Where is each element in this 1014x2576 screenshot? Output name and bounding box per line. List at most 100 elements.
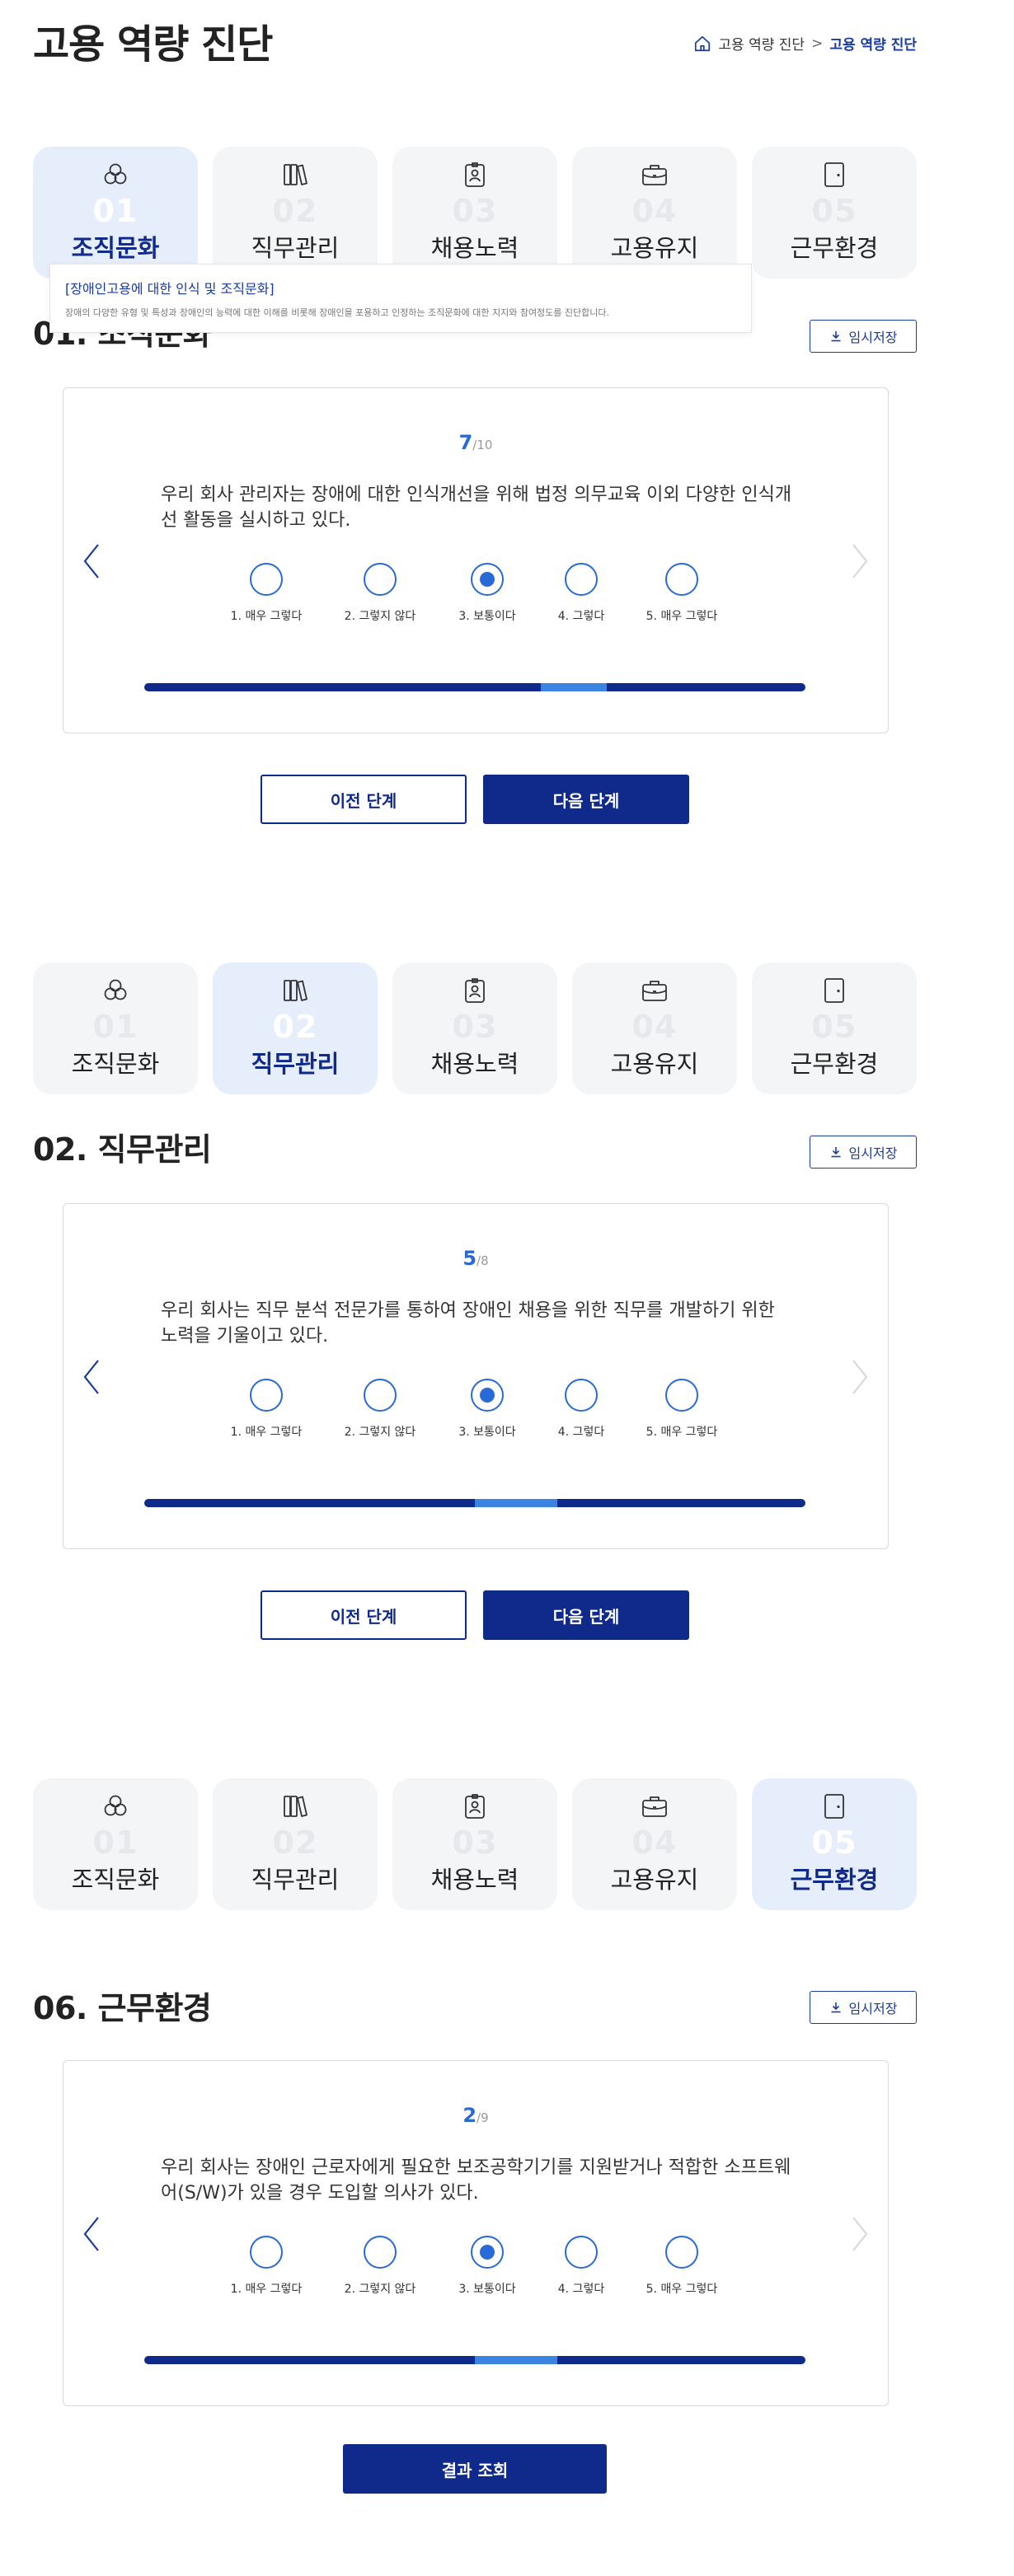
temp-save-label: 임시저장 [848,330,898,345]
counter-total: /10 [472,438,493,452]
chevron-right-icon[interactable] [850,2214,870,2254]
breadcrumb-current: 고용 역량 진단 [829,37,917,54]
tab-05[interactable]: 05 근무환경 [752,147,917,279]
answer-option-4[interactable]: 4. 그렇다 [523,2236,639,2297]
radio-button[interactable] [565,563,598,596]
radio-button[interactable] [471,563,504,596]
chevron-right-icon[interactable] [850,1357,870,1397]
radio-button[interactable] [665,1379,698,1412]
briefcase-icon [640,976,669,1005]
tab-02[interactable]: 02 직무관리 [213,962,378,1094]
answer-option-2[interactable]: 2. 그렇지 않다 [322,2236,438,2297]
download-icon [829,330,843,343]
home-icon[interactable] [693,35,711,53]
answer-option-5[interactable]: 5. 매우 그렇다 [624,563,739,624]
prev-step-button[interactable]: 이전 단계 [261,775,467,824]
tab-03[interactable]: 03 채용노력 [392,147,557,279]
radio-button[interactable] [471,2236,504,2269]
radio-button[interactable] [364,1379,397,1412]
tab-number: 04 [631,1009,678,1045]
answer-option-4[interactable]: 4. 그렇다 [523,1379,639,1440]
tab-number: 03 [452,1009,498,1045]
download-icon [829,1145,843,1159]
tab-04[interactable]: 04 고용유지 [572,147,737,279]
answer-option-label: 4. 그렇다 [557,1426,605,1439]
radio-button[interactable] [250,2236,283,2269]
question-text: 우리 회사 관리자는 장애에 대한 인식개선을 위해 법정 의무교육 이외 다양… [161,485,792,531]
tab-03[interactable]: 03 채용노력 [392,1778,557,1910]
temp-save-button[interactable]: 임시저장 [810,320,917,353]
progress-current-segment [475,2356,558,2364]
radio-button[interactable] [665,563,698,596]
tab-05[interactable]: 05 근무환경 [752,962,917,1094]
answer-option-label: 1. 매우 그렇다 [230,2283,303,2296]
tab-number: 01 [92,1824,138,1861]
result-view-button[interactable]: 결과 조회 [343,2444,607,2494]
radio-button[interactable] [565,2236,598,2269]
tab-01[interactable]: 01 조직문화 [33,147,198,279]
answer-option-2[interactable]: 2. 그렇지 않다 [322,563,438,624]
radio-button[interactable] [565,1379,598,1412]
books-icon [280,976,310,1005]
circles-icon [101,1791,130,1821]
chevron-left-icon[interactable] [82,2214,101,2254]
radio-button[interactable] [665,2236,698,2269]
tab-label: 직무관리 [251,1866,340,1894]
tab-01[interactable]: 01 조직문화 [33,962,198,1094]
question-text: 우리 회사는 장애인 근로자에게 필요한 보조공학기기를 지원받거나 적합한 소… [161,2157,791,2204]
tab-01[interactable]: 01 조직문화 [33,1778,198,1910]
radio-button[interactable] [364,563,397,596]
answer-option-1[interactable]: 1. 매우 그렇다 [209,1379,324,1440]
answer-option-1[interactable]: 1. 매우 그렇다 [209,563,324,624]
tab-label: 근무환경 [790,234,879,262]
chevron-right-icon[interactable] [850,541,870,581]
answer-option-5[interactable]: 5. 매우 그렇다 [624,2236,739,2297]
tab-label: 조직문화 [71,1050,160,1078]
progress-bar [144,1499,805,1507]
tab-label: 직무관리 [251,1050,340,1078]
breadcrumb-parent[interactable]: 고용 역량 진단 [718,33,805,54]
tab-number: 05 [811,1824,857,1861]
answer-option-1[interactable]: 1. 매우 그렇다 [209,2236,324,2297]
tab-02[interactable]: 02 직무관리 [213,1778,378,1910]
answer-option-2[interactable]: 2. 그렇지 않다 [322,1379,438,1440]
answer-option-4[interactable]: 4. 그렇다 [523,563,639,624]
tab-03[interactable]: 03 채용노력 [392,962,557,1094]
temp-save-button[interactable]: 임시저장 [810,1136,917,1169]
prev-step-button[interactable]: 이전 단계 [261,1590,467,1640]
answer-option-label: 4. 그렇다 [557,2283,605,2296]
next-step-button[interactable]: 다음 단계 [483,1590,689,1640]
id-badge-icon [460,976,490,1005]
chevron-left-icon[interactable] [82,1357,101,1397]
radio-button[interactable] [364,2236,397,2269]
tab-label: 직무관리 [251,234,340,262]
tab-label: 근무환경 [790,1050,879,1078]
tab-04[interactable]: 04 고용유지 [572,1778,737,1910]
progress-bar [144,683,805,691]
radio-button[interactable] [250,563,283,596]
radio-button[interactable] [471,1379,504,1412]
answer-option-label: 5. 매우 그렇다 [645,2283,718,2296]
next-step-button[interactable]: 다음 단계 [483,775,689,824]
door-icon [819,976,849,1005]
tab-number: 04 [631,1824,678,1861]
tooltip-description: 장애의 다양한 유형 및 특성과 장애인의 능력에 대한 이해를 비롯해 장애인… [65,307,610,318]
tab-label: 조직문화 [71,234,160,262]
question-counter: 2/9 [63,2104,888,2127]
category-tabs: 01 조직문화 02 직무관리 03 채용노력 04 고용유지 05 근무환경 [33,147,917,279]
tab-02[interactable]: 02 직무관리 [213,147,378,279]
question-card: 7/10 우리 회사 관리자는 장애에 대한 인식개선을 위해 법정 의무교육 … [63,387,889,733]
answer-option-label: 5. 매우 그렇다 [645,1426,718,1439]
temp-save-label: 임시저장 [848,1145,898,1161]
tab-label: 채용노력 [430,234,519,262]
tab-05[interactable]: 05 근무환경 [752,1778,917,1910]
chevron-left-icon[interactable] [82,541,101,581]
tab-number: 05 [811,193,857,229]
tab-04[interactable]: 04 고용유지 [572,962,737,1094]
tooltip-title: [장애인고용에 대한 인식 및 조직문화] [65,281,275,297]
tab-number: 01 [92,1009,138,1045]
answer-option-5[interactable]: 5. 매우 그렇다 [624,1379,739,1440]
tab-number: 03 [452,193,498,229]
temp-save-button[interactable]: 임시저장 [810,1991,917,2024]
radio-button[interactable] [250,1379,283,1412]
